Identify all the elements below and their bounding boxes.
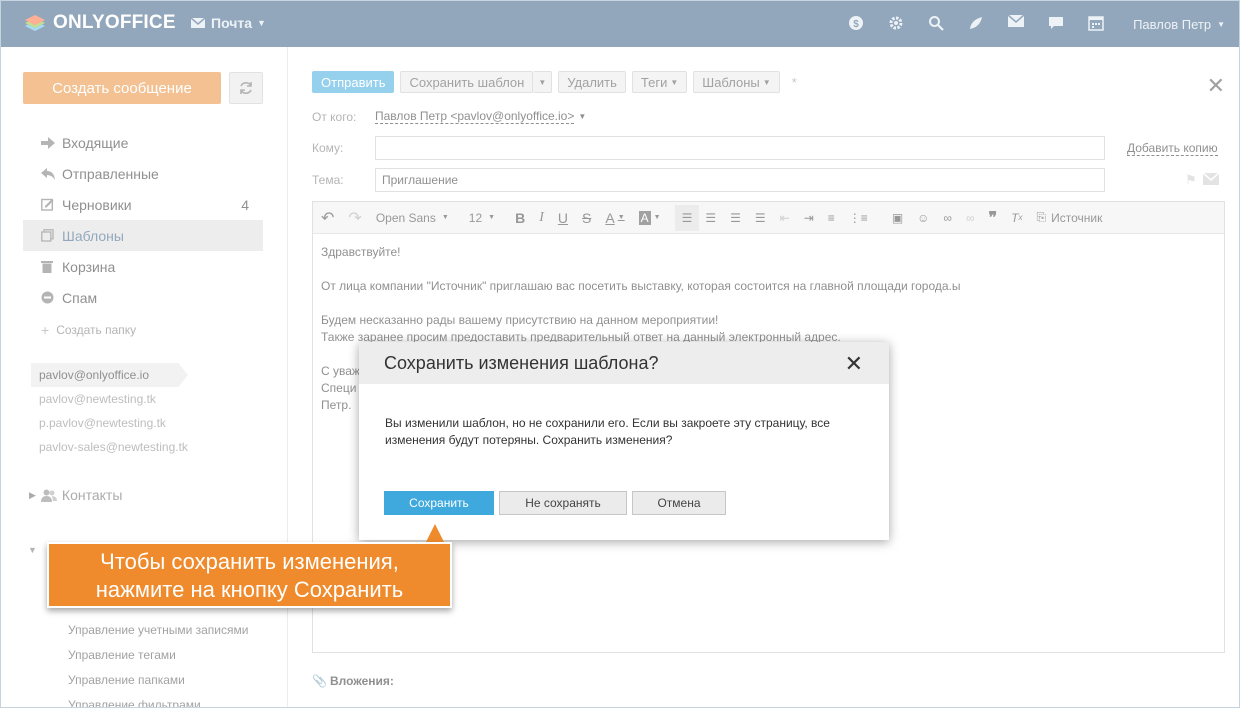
close-icon[interactable]: ✕ (845, 351, 863, 377)
instruction-callout: Чтобы сохранить изменения, нажмите на кн… (47, 542, 452, 608)
save-button[interactable]: Сохранить (384, 491, 494, 515)
dont-save-button[interactable]: Не сохранять (499, 491, 627, 515)
dialog-title: Сохранить изменения шаблона? (384, 352, 659, 373)
dialog-header: Сохранить изменения шаблона? ✕ (359, 342, 889, 384)
save-template-dialog: Сохранить изменения шаблона? ✕ Вы измени… (359, 342, 889, 540)
mail-app: ONLYOFFICE Почта ▼ $ Павлов Петр ▼ Созда… (0, 0, 1240, 708)
callout-line: Чтобы сохранить изменения, (100, 549, 399, 574)
callout-line: нажмите на кнопку Сохранить (95, 577, 404, 602)
callout-tail (425, 524, 445, 544)
dialog-message: Вы изменили шаблон, но не сохранили его.… (385, 416, 830, 447)
cancel-button[interactable]: Отмена (632, 491, 726, 515)
